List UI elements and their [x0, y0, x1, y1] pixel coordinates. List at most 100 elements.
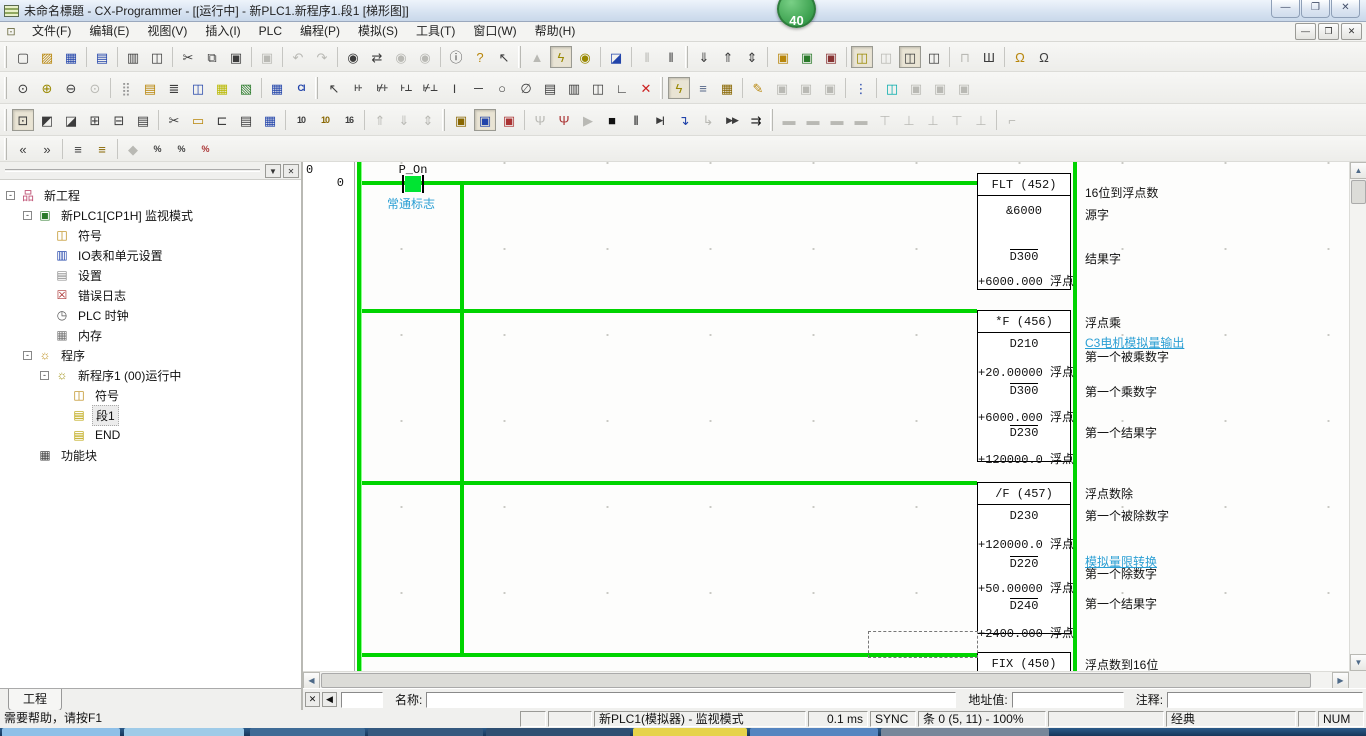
swap-find-icon[interactable]: ⇄ [366, 46, 388, 68]
show-hex-monitor-icon[interactable]: ◫ [187, 77, 209, 99]
operand-close-icon[interactable]: ✕ [305, 692, 320, 707]
radix-hex-icon[interactable]: 16 [338, 109, 360, 131]
work-online-simulator-icon[interactable]: ϟ [550, 46, 572, 68]
mdi-minimize-icon[interactable]: — [1295, 23, 1316, 40]
simulator-stop-icon[interactable]: ■ [601, 109, 623, 131]
tree-item-section1[interactable]: ▤段1 [0, 405, 301, 425]
instruction-block-divf[interactable]: /F (457)D230+120000.0 浮点D220+50.00000 浮点… [977, 482, 1071, 634]
print-preview-icon[interactable]: ◫ [146, 46, 168, 68]
new-inverted-instruction-icon[interactable]: ▥ [563, 77, 585, 99]
tree-item-function-blocks[interactable]: ▦功能块 [0, 445, 301, 465]
collapse-toggle-icon[interactable]: - [40, 371, 49, 380]
simulator-mode-icon[interactable]: ▣ [450, 109, 472, 131]
menu-item-tools[interactable]: 工具(T) [407, 22, 464, 41]
time-calendar-icon[interactable]: ▦ [716, 77, 738, 99]
vertical-scrollbar[interactable]: ▲ ▼ [1349, 162, 1366, 671]
minimize-icon[interactable]: — [1271, 0, 1300, 18]
new-or-closed-contact-icon[interactable]: ⊬⊥ [419, 77, 441, 99]
monitor-view-4-icon[interactable]: ◫ [923, 46, 945, 68]
new-closed-coil-icon[interactable]: ∅ [515, 77, 537, 99]
show-project-workspace-icon[interactable]: ⊡ [12, 109, 34, 131]
menu-item-window[interactable]: 窗口(W) [464, 22, 525, 41]
scroll-down-icon[interactable]: ▼ [1350, 654, 1366, 671]
online-edit-release-icon[interactable]: ▣ [820, 46, 842, 68]
mdi-close-icon[interactable]: ✕ [1341, 23, 1362, 40]
set-password-icon[interactable]: Ω [1009, 46, 1031, 68]
show-grid-icon[interactable]: ⣿ [115, 77, 137, 99]
watch-online-icon[interactable]: ϟ [668, 77, 690, 99]
instruction-block-fix[interactable]: FIX (450) [977, 652, 1071, 671]
new-vertical-line-icon[interactable]: | [443, 77, 465, 99]
new-or-contact-icon[interactable]: ⊦⊥ [395, 77, 417, 99]
download-to-plc-icon[interactable]: ⇓ [693, 46, 715, 68]
monitor-view-3-icon[interactable]: ◫ [899, 46, 921, 68]
menu-item-plc[interactable]: PLC [250, 22, 291, 41]
title-bar[interactable]: 未命名標題 - CX-Programmer - [[运行中] - 新PLC1.新… [0, 0, 1366, 22]
menu-item-simulation[interactable]: 模拟(S) [349, 22, 407, 41]
insert-rung-comment-icon[interactable]: ▭ [187, 109, 209, 131]
compile-section-icon[interactable]: ⊞ [84, 109, 106, 131]
continuous-step-run-icon[interactable]: ▶▶ [721, 109, 743, 131]
view-mnemonic-icon[interactable]: ▦ [266, 77, 288, 99]
restore-icon[interactable]: ❐ [1301, 0, 1330, 18]
taskbar-item-0[interactable] [2, 728, 120, 736]
transfer-settings-icon[interactable]: ◪ [605, 46, 627, 68]
monitor-find-icon[interactable]: ◉ [574, 46, 596, 68]
taskbar-item-1[interactable] [124, 728, 244, 736]
project-tab[interactable]: 工程 [8, 689, 62, 711]
address-reference-tool-icon[interactable]: ⋮ [850, 77, 872, 99]
show-comment-dialog-icon[interactable]: ▤ [139, 77, 161, 99]
tree-item-program1-symbols[interactable]: ◫符号 [0, 385, 301, 405]
menu-item-help[interactable]: 帮助(H) [526, 22, 585, 41]
release-password-icon[interactable]: Ω [1033, 46, 1055, 68]
clear-break-points-icon[interactable]: Ψ [553, 109, 575, 131]
step-run-icon[interactable]: ▶| [649, 109, 671, 131]
menu-item-view[interactable]: 视图(V) [138, 22, 196, 41]
time-chart-monitor-icon[interactable]: Ш [978, 46, 1000, 68]
collapse-toggle-icon[interactable]: - [6, 191, 15, 200]
zoom-fit-icon[interactable]: ⊙ [12, 77, 34, 99]
chevron-down-icon[interactable]: ▼ [265, 164, 281, 178]
taskbar-item-2[interactable] [250, 728, 365, 736]
new-contact-icon[interactable]: ⊦⊦ [347, 77, 369, 99]
horizontal-scroll-thumb[interactable] [321, 673, 1311, 688]
menu-item-edit[interactable]: 编辑(E) [80, 22, 138, 41]
upload-from-plc-icon[interactable]: ⇑ [717, 46, 739, 68]
simulator-exit-icon[interactable]: ▣ [498, 109, 520, 131]
new-instruction-icon[interactable]: ▤ [539, 77, 561, 99]
outdent-rung-icon[interactable]: « [12, 138, 34, 160]
rung-margin[interactable]: 0 0 [303, 162, 355, 671]
vertical-scroll-thumb[interactable] [1351, 180, 1366, 204]
io-comment-tool-icon[interactable]: ◫ [881, 77, 903, 99]
menu-item-file[interactable]: 文件(F) [23, 22, 80, 41]
comment-edit-list-icon[interactable]: ≡ [91, 138, 113, 160]
save-project-icon[interactable]: ▦ [60, 46, 82, 68]
mdi-restore-icon[interactable]: ❐ [1318, 23, 1339, 40]
monitor-update-1-icon[interactable]: % [146, 138, 168, 160]
workspace-close-icon[interactable]: ✕ [283, 164, 299, 178]
monitor-update-off-icon[interactable]: % [194, 138, 216, 160]
collapse-toggle-icon[interactable]: - [23, 211, 32, 220]
indent-rung-icon[interactable]: » [36, 138, 58, 160]
name-input[interactable] [426, 692, 956, 708]
operand-prev-icon[interactable]: ◀ [322, 692, 337, 707]
pause-icon[interactable]: ‖ [660, 46, 682, 68]
collapse-toggle-icon[interactable]: - [23, 351, 32, 360]
delete-tool-icon[interactable]: ✕ [635, 77, 657, 99]
zoom-in-icon[interactable]: ⊕ [36, 77, 58, 99]
edit-comment-icon[interactable]: ✎ [747, 77, 769, 99]
monitor-update-2-icon[interactable]: % [170, 138, 192, 160]
new-coil-icon[interactable]: ○ [491, 77, 513, 99]
compile-program-check-icon[interactable]: ▤ [91, 46, 113, 68]
ladder-canvas[interactable]: 0 0 P_On 常通标志 FLT (452)&6000D300+6000.00… [303, 162, 1349, 671]
show-output-window-icon[interactable]: ⊟ [108, 109, 130, 131]
step-into-icon[interactable]: ↴ [673, 109, 695, 131]
data-trace-icon[interactable]: ≡ [692, 77, 714, 99]
scan-run-icon[interactable]: ⇉ [745, 109, 767, 131]
tree-item-plc1[interactable]: -▣新PLC1[CP1H] 监视模式 [0, 205, 301, 225]
new-line-end-icon[interactable]: ∟ [611, 77, 633, 99]
online-edit-begin-icon[interactable]: ▣ [772, 46, 794, 68]
rung-comment-list-icon[interactable]: ≡ [67, 138, 89, 160]
copy-icon[interactable]: ⧉ [201, 46, 223, 68]
select-mode-icon[interactable]: ↖ [323, 77, 345, 99]
